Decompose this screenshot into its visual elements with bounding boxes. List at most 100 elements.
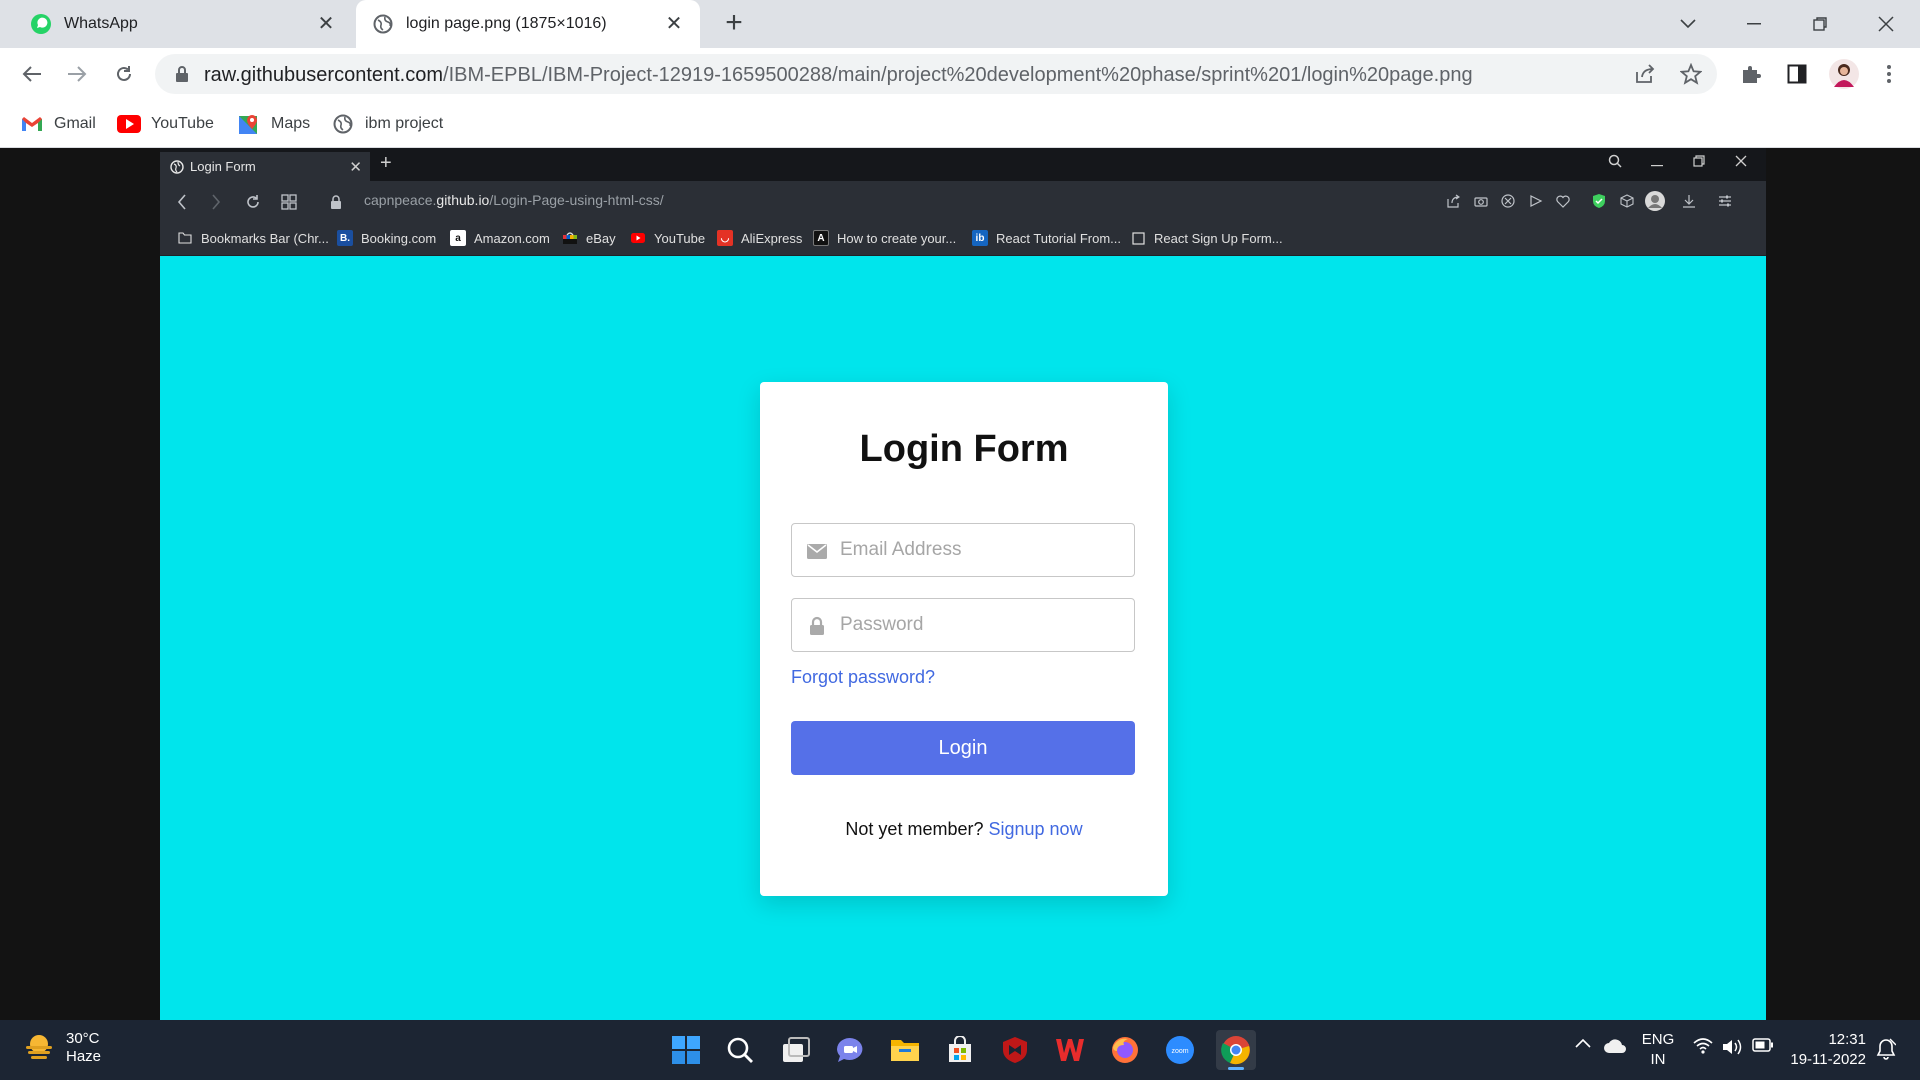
- inner-bookmark-react-signup: React Sign Up Form...: [1130, 230, 1283, 246]
- close-tab-icon[interactable]: ✕: [314, 12, 338, 36]
- wps-icon[interactable]: [1050, 1030, 1090, 1070]
- zoom-icon[interactable]: zoom: [1160, 1030, 1200, 1070]
- clock[interactable]: 12:31 19-11-2022: [1790, 1030, 1866, 1070]
- inner-camera-icon: [1472, 192, 1490, 210]
- clock-date: 19-11-2022: [1790, 1051, 1866, 1068]
- password-input[interactable]: [840, 599, 1130, 651]
- reload-button[interactable]: [110, 60, 138, 88]
- url-path: /IBM-EPBL/IBM-Project-12919-1659500288/m…: [443, 64, 1473, 86]
- lock-icon: [806, 615, 828, 637]
- notification-bell-icon[interactable]: [1876, 1038, 1896, 1060]
- inner-settings-sliders-icon: [1716, 192, 1734, 210]
- extensions-puzzle-icon[interactable]: [1738, 61, 1764, 87]
- bookmark-ibm-project[interactable]: ibm project: [331, 112, 443, 136]
- globe-icon: [372, 13, 394, 35]
- chevron-up-icon[interactable]: [1575, 1038, 1591, 1048]
- back-button[interactable]: [18, 60, 46, 88]
- inner-bookmark-label: AliExpress: [741, 230, 803, 246]
- language-line2: IN: [1650, 1051, 1666, 1068]
- globe-icon: [170, 159, 184, 174]
- url-host: raw.githubusercontent.com: [204, 64, 444, 86]
- inner-tab-login-form: Login Form ✕: [160, 152, 370, 181]
- file-explorer-icon[interactable]: [885, 1030, 925, 1070]
- login-page-background: Login Form Forgot password? Login Not ye…: [160, 256, 1766, 1020]
- bookmark-gmail[interactable]: Gmail: [20, 112, 96, 136]
- search-icon[interactable]: [720, 1030, 760, 1070]
- share-icon[interactable]: [1633, 62, 1657, 86]
- signup-link[interactable]: Signup now: [989, 819, 1083, 839]
- password-field[interactable]: [791, 598, 1135, 652]
- inner-bookmark-label: How to create your...: [837, 230, 957, 246]
- chat-icon[interactable]: [830, 1030, 870, 1070]
- inner-bookmark-label: Booking.com: [361, 230, 437, 246]
- close-tab-icon: ✕: [349, 159, 362, 176]
- login-button[interactable]: Login: [791, 721, 1135, 775]
- page-icon: [1130, 230, 1146, 246]
- chrome-icon[interactable]: [1216, 1030, 1256, 1070]
- inner-minimize-icon: [1646, 154, 1668, 170]
- task-view-icon[interactable]: [776, 1030, 816, 1070]
- ebay-icon: [562, 230, 578, 246]
- weather-widget[interactable]: 30°C Haze: [22, 1030, 101, 1066]
- tab-whatsapp[interactable]: WhatsApp ✕: [0, 0, 352, 48]
- bookmark-youtube[interactable]: YouTube: [117, 112, 214, 136]
- weather-temp: 30°C: [66, 1030, 100, 1047]
- tab-search-chevron-icon[interactable]: [1668, 8, 1708, 40]
- inner-shield-icon: [1590, 192, 1608, 210]
- close-tab-icon[interactable]: ✕: [662, 12, 686, 36]
- bookmark-label: ibm project: [365, 115, 444, 132]
- inner-url-host: github.io: [436, 192, 490, 208]
- start-icon[interactable]: [666, 1030, 706, 1070]
- aliexpress-icon: ◡: [717, 230, 733, 246]
- youtube-icon: [630, 230, 646, 246]
- language-indicator[interactable]: ENG IN: [1640, 1030, 1676, 1070]
- inner-bookmark-aliexpress: ◡ AliExpress: [717, 230, 802, 246]
- inner-bookmark-react-tutorial: ib React Tutorial From...: [972, 230, 1121, 246]
- toolbar: raw.githubusercontent.com/IBM-EPBL/IBM-P…: [0, 48, 1920, 100]
- gmail-icon: [20, 113, 44, 135]
- kebab-menu-icon[interactable]: [1876, 61, 1902, 87]
- avatar[interactable]: [1829, 59, 1859, 89]
- inner-bookmark-label: YouTube: [654, 230, 706, 246]
- mcafee-icon[interactable]: [995, 1030, 1035, 1070]
- inner-forward-icon: [206, 192, 226, 212]
- inner-bookmark-how-to: A How to create your...: [813, 230, 956, 246]
- inner-reload-icon: [243, 192, 263, 212]
- a-logo-icon: A: [813, 230, 829, 246]
- forgot-password-link[interactable]: Forgot password?: [791, 667, 935, 688]
- login-card: Login Form Forgot password? Login Not ye…: [760, 382, 1168, 896]
- inner-new-tab-icon: +: [380, 152, 392, 174]
- firefox-icon[interactable]: [1105, 1030, 1145, 1070]
- inner-bookmark-booking: B. Booking.com: [337, 230, 436, 246]
- bookmark-maps[interactable]: Maps: [237, 112, 310, 136]
- restore-icon[interactable]: [1800, 8, 1840, 40]
- inner-tab-label: Login Form: [190, 159, 256, 174]
- lock-icon[interactable]: [175, 65, 189, 88]
- email-field[interactable]: [791, 523, 1135, 577]
- forward-button[interactable]: [63, 60, 91, 88]
- whatsapp-icon: [30, 13, 52, 35]
- close-window-icon[interactable]: [1866, 8, 1906, 40]
- bookmark-label: Maps: [271, 115, 311, 132]
- inner-bookmarks-bar: Bookmarks Bar (Chr... B. Booking.com a A…: [160, 221, 1766, 255]
- inner-cube-icon: [1618, 192, 1636, 210]
- onedrive-cloud-icon[interactable]: [1603, 1038, 1627, 1054]
- address-bar[interactable]: raw.githubusercontent.com/IBM-EPBL/IBM-P…: [155, 54, 1717, 94]
- new-tab-button[interactable]: +: [718, 8, 750, 40]
- inner-bookmark-label: Amazon.com: [474, 230, 550, 246]
- store-icon[interactable]: [940, 1030, 980, 1070]
- tab-login-page-png[interactable]: login page.png (1875×1016) ✕: [356, 0, 700, 48]
- inner-url-prefix: capnpeace.: [364, 192, 437, 208]
- email-input[interactable]: [840, 524, 1130, 576]
- side-panel-icon[interactable]: [1784, 61, 1810, 87]
- bookmark-star-icon[interactable]: [1679, 62, 1703, 86]
- wifi-icon[interactable]: [1693, 1038, 1713, 1054]
- inner-bookmark-ebay: eBay: [562, 230, 616, 246]
- minimize-icon[interactable]: [1734, 8, 1774, 40]
- battery-icon[interactable]: [1752, 1038, 1774, 1052]
- maps-icon: [237, 113, 261, 135]
- weather-condition: Haze: [66, 1048, 102, 1065]
- inner-share-icon: [1444, 192, 1462, 210]
- inner-url-text: capnpeace.github.io/Login-Page-using-htm…: [364, 192, 664, 208]
- volume-icon[interactable]: [1722, 1038, 1744, 1056]
